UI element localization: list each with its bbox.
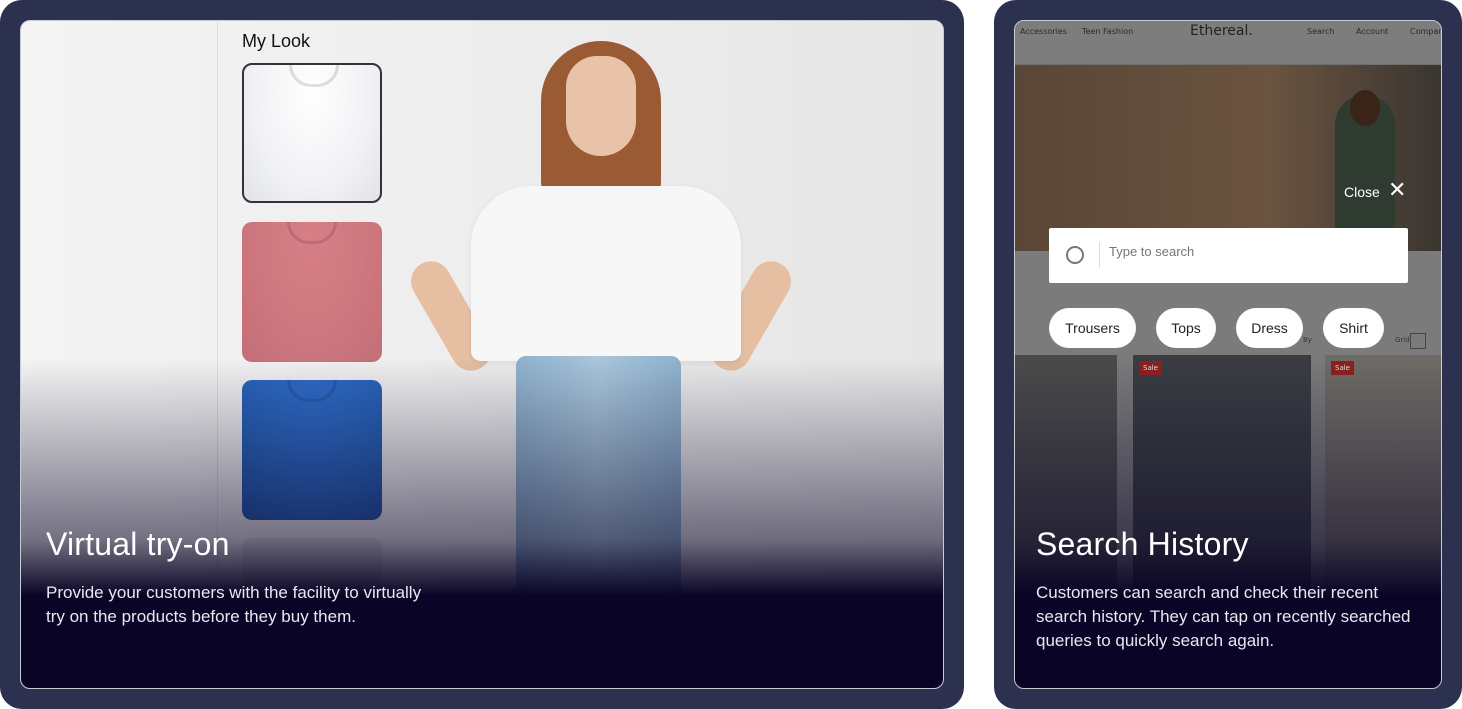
card-description: Customers can search and check their rec… [1036, 583, 1411, 650]
close-icon[interactable]: ✕ [1388, 178, 1406, 203]
chip-tops[interactable]: Tops [1156, 308, 1216, 348]
swatch-white-tshirt[interactable] [242, 63, 382, 203]
store-logo: Ethereal. [1190, 23, 1253, 39]
hero-banner [1015, 65, 1441, 255]
grid-view-icon[interactable] [1410, 333, 1426, 349]
virtual-tryon-card: My Look Virtual try-on Provide your cust… [20, 20, 944, 689]
chip-shirt[interactable]: Shirt [1323, 308, 1384, 348]
sort-label: By [1303, 336, 1312, 344]
card-title: Virtual try-on [46, 526, 230, 562]
search-box [1049, 228, 1408, 283]
card-description: Provide your customers with the facility… [46, 583, 422, 626]
search-history-card: Accessories Teen Fashion Ethereal. Searc… [1014, 20, 1442, 689]
nav-accessories[interactable]: Accessories [1020, 27, 1067, 36]
nav-search[interactable]: Search [1307, 27, 1334, 36]
nav-account[interactable]: Account [1356, 27, 1388, 36]
grid-label: Grid [1395, 336, 1410, 344]
sale-badge: Sale [1331, 361, 1354, 375]
chip-dress[interactable]: Dress [1236, 308, 1303, 348]
store-nav: Accessories Teen Fashion Ethereal. Searc… [1015, 21, 1441, 65]
chip-trousers[interactable]: Trousers [1049, 308, 1136, 348]
search-icon [1066, 246, 1084, 264]
nav-compare[interactable]: Compare [1410, 27, 1441, 36]
my-look-heading: My Look [242, 31, 311, 51]
swatch-pink-tshirt[interactable] [242, 222, 382, 362]
close-button[interactable]: Close [1344, 184, 1380, 200]
bottom-gradient [21, 358, 943, 688]
nav-teen-fashion[interactable]: Teen Fashion [1082, 27, 1133, 36]
search-input[interactable] [1109, 244, 1389, 259]
card-title: Search History [1036, 526, 1249, 562]
sale-badge: Sale [1139, 361, 1162, 375]
